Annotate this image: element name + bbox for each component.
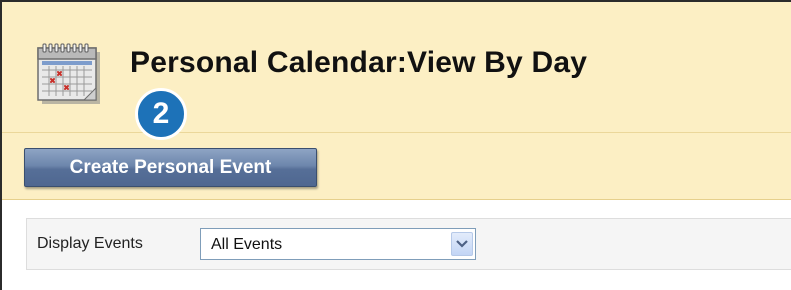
display-events-label: Display Events — [37, 235, 143, 252]
create-personal-event-button[interactable]: Create Personal Event — [24, 148, 317, 187]
page-title: Personal Calendar:View By Day — [130, 46, 588, 79]
calendar-icon — [34, 42, 106, 108]
header-bottom-border — [2, 199, 791, 200]
page-header: Personal Calendar:View By Day 2 Create P… — [2, 2, 791, 200]
display-events-filter-bar: Display Events All Events — [26, 218, 791, 270]
step-badge: 2 — [135, 88, 187, 140]
chevron-down-icon — [456, 240, 468, 248]
display-events-selected-value: All Events — [211, 236, 283, 253]
display-events-select[interactable]: All Events — [200, 228, 476, 260]
header-divider — [2, 132, 791, 133]
app-frame: Personal Calendar:View By Day 2 Create P… — [0, 0, 791, 290]
dropdown-arrow-button[interactable] — [451, 232, 473, 256]
